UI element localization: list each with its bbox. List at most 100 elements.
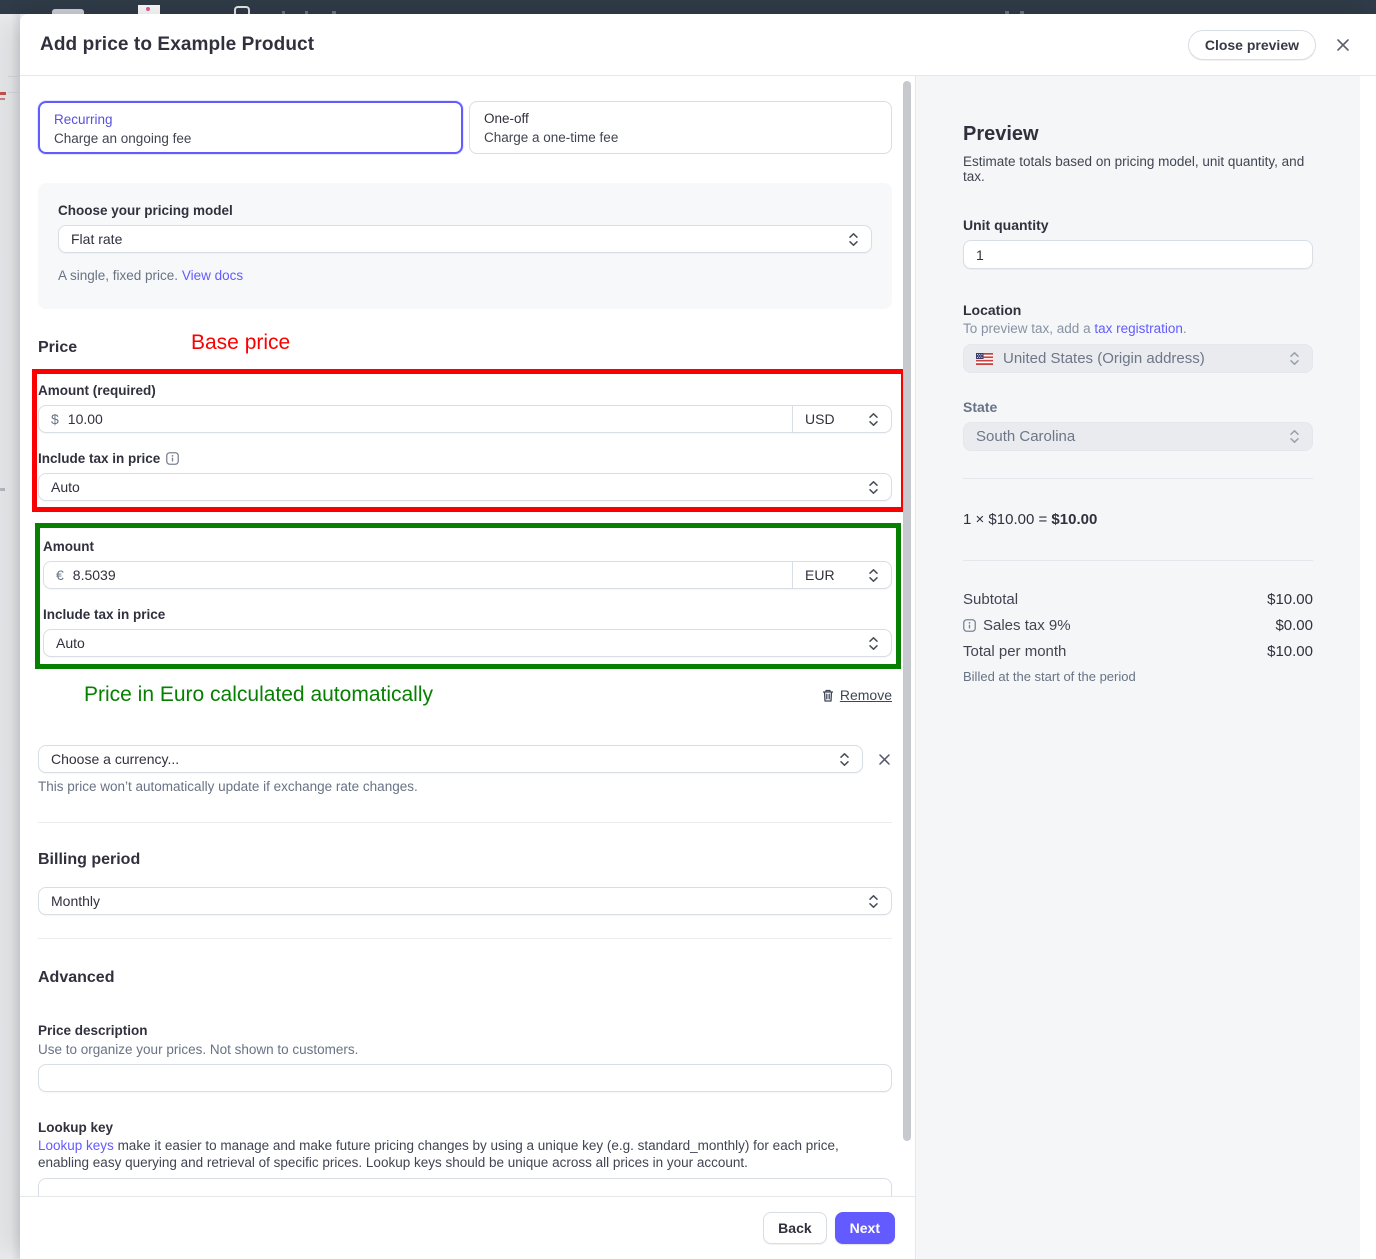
- browser-dot-fragment: [146, 7, 150, 11]
- page-behind-modal: [0, 14, 20, 1259]
- chevron-updown-icon: [848, 232, 859, 247]
- chevron-updown-icon: [839, 752, 850, 767]
- eur-amount-input[interactable]: € 8.5039: [43, 561, 793, 589]
- recurring-option-subtitle: Charge an ongoing fee: [54, 131, 447, 146]
- modal-footer: Back Next: [20, 1196, 915, 1259]
- euro-annotation: Price in Euro calculated automatically: [84, 683, 433, 707]
- page-behind-gray-fragment: [0, 488, 5, 491]
- lookup-key-caption: Lookup keys make it easier to manage and…: [38, 1138, 880, 1171]
- eur-tax-value: Auto: [56, 635, 85, 651]
- divider: [38, 938, 892, 939]
- page-behind-line: [8, 92, 20, 93]
- chevron-updown-icon: [868, 412, 879, 427]
- close-icon: [1336, 38, 1350, 52]
- browser-topbar: [0, 0, 1376, 14]
- base-price-annotation: Base price: [191, 331, 290, 355]
- browser-clipboard-fragment: [234, 6, 250, 14]
- chevron-updown-icon: [868, 894, 879, 909]
- totals-summary: Subtotal $10.00 Sales tax 9% $0.00 Total…: [963, 591, 1313, 684]
- clear-currency-button[interactable]: [876, 751, 892, 767]
- subtotal-row: Subtotal $10.00: [963, 591, 1313, 608]
- eur-currency-select[interactable]: EUR: [792, 561, 892, 589]
- total-label: Total per month: [963, 643, 1066, 660]
- chevron-updown-icon: [868, 636, 879, 651]
- usd-currency-select[interactable]: USD: [792, 405, 892, 433]
- close-preview-button[interactable]: Close preview: [1188, 30, 1316, 60]
- form-column: Recurring Charge an ongoing fee One-off …: [20, 76, 915, 1259]
- subtotal-label: Subtotal: [963, 591, 1018, 608]
- close-modal-button[interactable]: [1334, 36, 1352, 54]
- add-price-modal: Add price to Example Product Close previ…: [20, 14, 1376, 1259]
- next-button[interactable]: Next: [835, 1212, 895, 1244]
- divider: [963, 560, 1313, 561]
- location-caption-period: .: [1183, 321, 1187, 336]
- total-per-month-row: Total per month $10.00: [963, 643, 1313, 660]
- recurring-option-title: Recurring: [54, 112, 447, 127]
- eur-tax-select[interactable]: Auto: [43, 629, 892, 657]
- divider: [963, 478, 1313, 479]
- price-description-input[interactable]: [38, 1064, 892, 1092]
- chevron-updown-icon: [868, 480, 879, 495]
- pricing-model-caption: A single, fixed price. View docs: [58, 268, 872, 283]
- vertical-scrollbar[interactable]: [903, 81, 911, 1141]
- location-label: Location: [963, 302, 1313, 318]
- usd-tax-select[interactable]: Auto: [38, 473, 892, 501]
- chevron-updown-icon: [1289, 351, 1300, 366]
- lookup-key-label: Lookup key: [38, 1120, 892, 1135]
- currency-note: This price won’t automatically update if…: [38, 779, 892, 794]
- page-behind-red-fragment: [0, 92, 6, 95]
- billing-period-value: Monthly: [51, 893, 100, 909]
- calc-prefix: 1 × $10.00 =: [963, 511, 1051, 528]
- choose-currency-select[interactable]: Choose a currency...: [38, 745, 863, 773]
- billing-period-select[interactable]: Monthly: [38, 887, 892, 915]
- eur-currency-code: EUR: [805, 567, 835, 583]
- state-select: South Carolina: [963, 422, 1313, 451]
- eur-amount-value: 8.5039: [73, 567, 116, 583]
- eur-amount-label: Amount: [43, 539, 892, 554]
- remove-currency-link[interactable]: Remove: [821, 687, 892, 703]
- usd-amount-input[interactable]: $ 10.00: [38, 405, 793, 433]
- eur-tax-label: Include tax in price: [43, 607, 892, 622]
- tax-registration-link[interactable]: tax registration: [1094, 321, 1183, 336]
- modal-title: Add price to Example Product: [40, 34, 314, 56]
- advanced-heading: Advanced: [38, 969, 892, 987]
- info-icon[interactable]: [963, 619, 976, 632]
- unit-quantity-input[interactable]: [963, 240, 1313, 269]
- choose-currency-placeholder: Choose a currency...: [51, 751, 179, 767]
- billed-note: Billed at the start of the period: [963, 669, 1313, 684]
- view-docs-link[interactable]: View docs: [182, 268, 243, 283]
- usd-amount-value: 10.00: [68, 411, 103, 427]
- state-value: South Carolina: [976, 428, 1075, 445]
- sales-tax-label: Sales tax 9%: [983, 617, 1071, 634]
- price-heading: Price: [38, 339, 77, 356]
- state-label: State: [963, 399, 1313, 415]
- trash-icon: [821, 688, 835, 703]
- info-icon[interactable]: [166, 452, 179, 465]
- back-button[interactable]: Back: [763, 1212, 826, 1244]
- one-off-option-subtitle: Charge a one-time fee: [484, 130, 877, 145]
- preview-panel: Preview Estimate totals based on pricing…: [915, 76, 1360, 1259]
- subtotal-value: $10.00: [1267, 591, 1313, 608]
- sales-tax-value: $0.00: [1275, 617, 1313, 634]
- lookup-key-caption-text: make it easier to manage and make future…: [38, 1138, 839, 1170]
- pricing-model-select[interactable]: Flat rate: [58, 225, 872, 253]
- form-scroll-area: Recurring Charge an ongoing fee One-off …: [20, 76, 915, 1196]
- usd-tax-value: Auto: [51, 479, 80, 495]
- calc-total: $10.00: [1051, 511, 1097, 528]
- usd-amount-label: Amount (required): [38, 383, 892, 398]
- lookup-keys-link[interactable]: Lookup keys: [38, 1138, 114, 1153]
- usd-tax-label-text: Include tax in price: [38, 451, 160, 466]
- recurring-option-card[interactable]: Recurring Charge an ongoing fee: [38, 101, 463, 154]
- one-off-option-card[interactable]: One-off Charge a one-time fee: [469, 101, 892, 154]
- pricing-model-caption-text: A single, fixed price.: [58, 268, 182, 283]
- location-caption: To preview tax, add a tax registration.: [963, 321, 1313, 336]
- us-flag-icon: [976, 353, 993, 365]
- billing-period-heading: Billing period: [38, 851, 892, 869]
- chevron-updown-icon: [868, 568, 879, 583]
- line-item-calculation: 1 × $10.00 = $10.00: [963, 511, 1313, 528]
- usd-currency-code: USD: [805, 411, 835, 427]
- country-select: United States (Origin address): [963, 344, 1313, 373]
- price-description-label: Price description: [38, 1023, 892, 1038]
- preview-heading: Preview: [963, 123, 1313, 146]
- lookup-key-input[interactable]: [38, 1178, 892, 1196]
